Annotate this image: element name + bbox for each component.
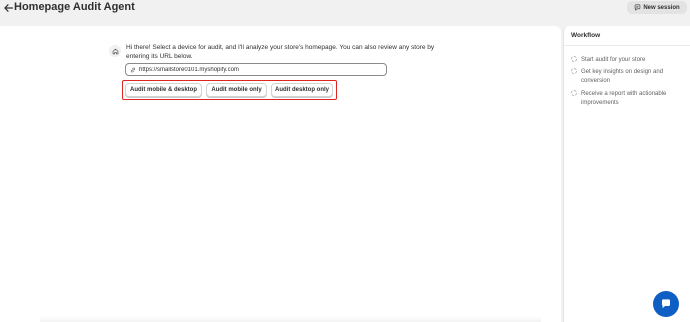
audit-mobile-only-button[interactable]: Audit mobile only	[206, 83, 267, 97]
workflow-step: Start audit for your store	[571, 56, 685, 65]
bottom-fade	[40, 316, 541, 322]
chat-icon	[662, 299, 670, 309]
agent-avatar	[109, 45, 121, 57]
home-icon	[112, 48, 118, 54]
audit-mobile-desktop-button[interactable]: Audit mobile & desktop	[125, 83, 202, 97]
workflow-step: Get key insights on design and conversio…	[571, 68, 685, 85]
pending-circle-icon	[571, 90, 577, 96]
workflow-step-label: Start audit for your store	[581, 57, 646, 63]
link-icon	[130, 67, 136, 72]
workflow-step-label: Get key insights on design and conversio…	[581, 69, 664, 84]
back-arrow-icon[interactable]	[3, 1, 13, 15]
page-title: Homepage Audit Agent	[14, 1, 135, 13]
new-session-label: New session	[643, 4, 680, 11]
workflow-divider	[564, 45, 690, 46]
workflow-panel: Workflow Start audit for your store Get …	[563, 26, 690, 322]
support-chat-button[interactable]	[653, 291, 679, 317]
pending-circle-icon	[571, 56, 577, 62]
workflow-title: Workflow	[571, 32, 601, 39]
new-session-button[interactable]: New session	[627, 1, 687, 14]
top-bar: Homepage Audit Agent New session	[0, 0, 690, 20]
pending-circle-icon	[571, 68, 577, 74]
workflow-step: Receive a report with actionable improve…	[571, 90, 685, 107]
chat-bubble-icon	[635, 4, 641, 11]
store-url-field[interactable]	[125, 63, 387, 76]
store-url-input[interactable]	[139, 64, 379, 75]
workflow-step-label: Receive a report with actionable improve…	[581, 91, 667, 106]
audit-desktop-only-button[interactable]: Audit desktop only	[271, 83, 333, 97]
intro-message: Hi there! Select a device for audit, and…	[126, 44, 435, 60]
